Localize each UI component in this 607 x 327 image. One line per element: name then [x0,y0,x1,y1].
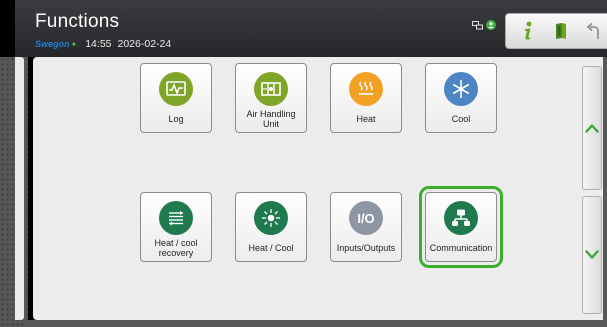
scroll-down-button[interactable] [582,196,602,314]
tile-label: Cool [451,114,471,124]
svg-text:I/O: I/O [357,211,374,225]
status-line: Swegon ✦ 14:55 2026-02-24 [35,38,171,50]
tile-heat[interactable]: Heat [330,63,402,133]
toolbar [505,13,607,49]
clock-time: 14:55 [85,38,112,50]
heat-icon [349,72,383,106]
chevron-down-icon [585,250,599,259]
log-chart-icon [159,72,193,106]
functions-panel: Log Air Handling Unit Heat Cool Heat / c… [33,57,607,320]
brand-leaf-icon: ✦ [70,39,78,49]
tile-label: Inputs/Outputs [336,243,396,253]
back-arrow-icon [586,22,599,39]
user-status-icon [486,17,496,35]
left-collapsed-panel[interactable] [15,57,24,320]
info-icon [525,21,532,40]
tile-label: Heat / cool recovery [154,238,198,258]
air-handling-unit-icon [254,72,288,106]
tile-label: Heat / Cool [248,243,294,253]
page-title: Functions [35,11,120,32]
io-icon: I/O [349,201,383,235]
tile-heat-cool[interactable]: Heat / Cool [235,192,307,262]
scroll-controls [582,64,602,314]
communication-network-icon [444,201,478,235]
right-edge-strip [603,57,607,327]
header-bar: Functions Swegon ✦ 14:55 2026-02-24 [15,0,607,57]
tile-communication[interactable]: Communication [419,186,503,268]
chevron-up-icon [585,124,599,133]
tile-label: Air Handling Unit [246,109,296,129]
back-button[interactable] [582,19,606,43]
tile-log[interactable]: Log [140,63,212,133]
status-icons [472,17,496,35]
manual-button[interactable] [549,19,573,43]
tile-heat-cool-recovery[interactable]: Heat / cool recovery [140,192,212,262]
clock-date: 2026-02-24 [117,38,172,50]
tile-air-handling-unit[interactable]: Air Handling Unit [235,63,307,133]
tile-label: Log [168,114,184,124]
network-icon [472,17,483,35]
heat-cool-icon [254,201,288,235]
tile-label: Heat [356,114,376,124]
manual-icon [555,23,566,39]
scroll-up-button[interactable] [582,66,602,190]
tile-cool[interactable]: Cool [425,63,497,133]
tile-inputs-outputs[interactable]: I/O Inputs/Outputs [330,192,402,262]
brand-logo: Swegon [35,39,70,49]
info-button[interactable] [516,19,540,43]
snowflake-icon [444,72,478,106]
heat-recovery-icon [159,201,193,235]
bottom-edge-strip [24,320,607,327]
tile-label: Communication [429,243,493,253]
